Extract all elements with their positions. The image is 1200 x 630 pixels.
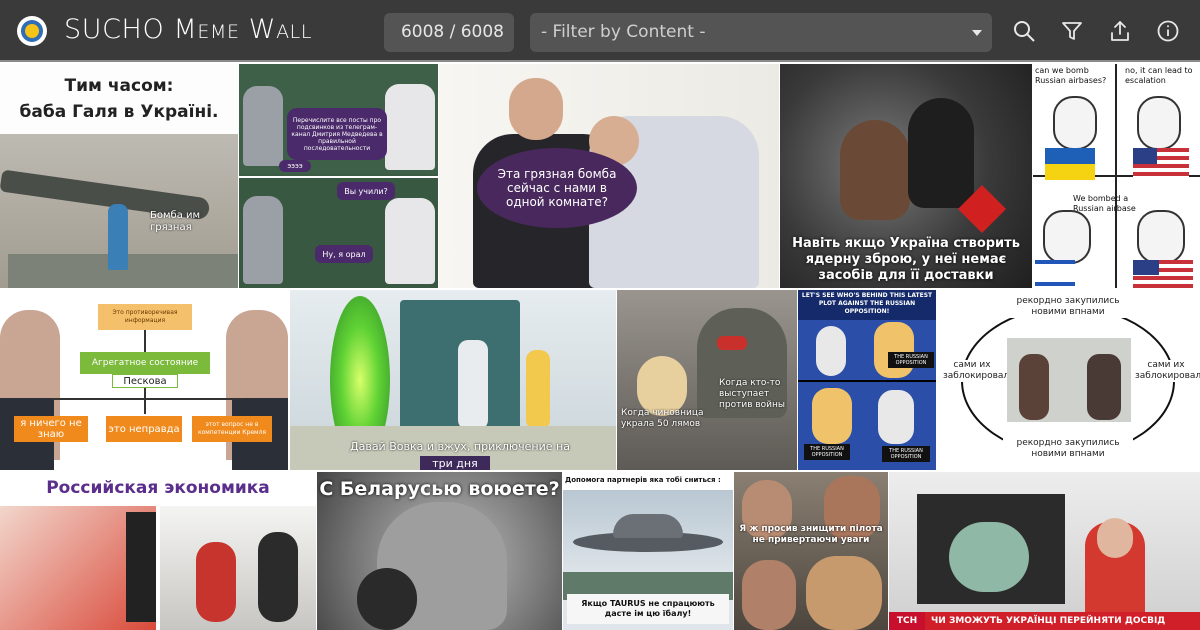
dog-figure <box>637 356 687 416</box>
speech-bubble: Перечислите все посты про подсвинков из … <box>287 108 387 160</box>
meme-caption: С Беларусью воюете? <box>319 478 560 500</box>
meme-tile[interactable]: Тим часом: баба Галя в Україні. Бомба им… <box>0 64 238 288</box>
meme-caption: Якщо TAURUS не спрацюють дасте ім цю їба… <box>567 594 729 624</box>
ukraine-flag-icon <box>1045 148 1095 164</box>
meme-caption: Я ж просив знищити пілота не привертаючи… <box>739 524 883 545</box>
meme-tile[interactable]: Давай Вовка и вжух, приключение на три д… <box>290 290 616 470</box>
diagram-node: Агрегатное состояние <box>80 352 210 374</box>
diagram-node: Это противоречивая информация <box>98 304 192 330</box>
frog-figure <box>949 522 1029 592</box>
speech-bubble: ээээ <box>279 160 311 172</box>
info-icon[interactable] <box>1156 19 1180 43</box>
diagram-node: этот вопрос не в компетенции Кремля <box>192 416 272 442</box>
meme-label: Когда чиновница украла 50 лямов <box>621 408 704 429</box>
meme-subtitle: Давай Вовка и вжух, приключение на <box>350 440 570 453</box>
meme-tile[interactable]: Перечислите все посты про подсвинков из … <box>239 64 438 288</box>
meme-count-display: 6008 / 6008 <box>384 13 514 52</box>
meme-subtitle-highlight: три дня <box>420 456 490 470</box>
sucho-logo-icon[interactable] <box>17 16 47 46</box>
speech-bubble: Эта грязная бомба сейчас с нами в одной … <box>477 148 637 228</box>
cycle-label: рекордно закупились новими впнами <box>1003 296 1133 318</box>
diagram-node: Пескова <box>112 374 178 388</box>
teacher-figure <box>385 84 435 170</box>
cycle-label: сами их заблокировали <box>943 360 1016 382</box>
content-filter-label: - Filter by Content - <box>541 22 706 42</box>
meme-tile[interactable]: LET'S SEE WHO'S BEHIND THIS LATEST PLOT … <box>798 290 936 470</box>
comic-text: can we bomb Russian airbases? <box>1035 66 1107 85</box>
speech-bubble: Ну, я орал <box>315 245 373 263</box>
meme-tile[interactable]: Навіть якщо Україна створить ядерну збро… <box>780 64 1032 288</box>
search-icon[interactable] <box>1012 19 1036 43</box>
grandma-figure <box>108 204 128 270</box>
meme-tile[interactable]: Это противоречивая информация Агрегатное… <box>0 290 288 470</box>
fred-figure <box>874 322 914 378</box>
meme-tile[interactable]: can we bomb Russian airbases? no, it can… <box>1033 64 1200 288</box>
telephone-figure <box>357 568 417 630</box>
meme-tile[interactable]: Российская экономика <box>0 472 316 630</box>
meme-tile[interactable]: Эта грязная бомба сейчас с нами в одной … <box>439 64 779 288</box>
wrestler-figure <box>908 98 974 208</box>
meme-tile[interactable]: Допомога партнерів яка тобі сниться : Як… <box>563 472 733 630</box>
diagram-node: это неправда <box>106 416 182 442</box>
share-icon[interactable] <box>1108 19 1132 43</box>
diagram-node: я ничего не знаю <box>14 416 88 442</box>
israel-flag-icon <box>1035 260 1075 286</box>
comic-text: We bombed a Russian airbase <box>1073 194 1136 213</box>
meme-caption: Навіть якщо Україна створить ядерну збро… <box>792 236 1020 283</box>
cycle-label: сами их заблокировали <box>1135 360 1200 382</box>
meme-tile[interactable]: рекордно закупились новими впнами рекорд… <box>937 290 1200 470</box>
channel-logo: ТСН <box>889 612 925 630</box>
app-title: SUCHO Meme Wall <box>64 14 313 45</box>
meme-tile[interactable]: С Беларусью воюете? <box>317 472 562 630</box>
top-bar: SUCHO Meme Wall 6008 / 6008 - Filter by … <box>0 0 1200 62</box>
content-filter-select[interactable]: - Filter by Content - <box>530 13 992 52</box>
filter-icon[interactable] <box>1060 19 1084 43</box>
meme-tag: THE RUSSIAN OPPOSITION <box>804 444 850 460</box>
news-ticker: ЧИ ЗМОЖУТЬ УКРАЇНЦІ ПЕРЕЙНЯТИ ДОСВІД <box>925 612 1200 630</box>
comic-text: no, it can lead to escalation <box>1125 66 1193 85</box>
meme-caption: Тим часом: <box>64 76 174 96</box>
meme-caption: Допомога партнерів яка тобі сниться : <box>565 476 721 484</box>
wrestler-figure <box>840 120 910 220</box>
meme-caption: Российская экономика <box>46 478 270 498</box>
meme-label: Когда кто-то выступает против войны <box>719 378 786 410</box>
cycle-label: рекордно закупились новими впнами <box>1003 438 1133 460</box>
meme-tag: THE RUSSIAN OPPOSITION <box>882 446 930 462</box>
meme-caption: LET'S SEE WHO'S BEHIND THIS LATEST PLOT … <box>801 292 933 315</box>
meme-tile[interactable]: ТСН ЧИ ЗМОЖУТЬ УКРАЇНЦІ ПЕРЕЙНЯТИ ДОСВІД <box>889 472 1200 630</box>
meme-label: Бомба им грязная <box>150 210 201 233</box>
meme-tile[interactable]: Я ж просив знищити пілота не привертаючи… <box>734 472 888 630</box>
chevron-down-icon <box>972 30 982 36</box>
student-figure <box>243 86 283 166</box>
meme-tag: THE RUSSIAN OPPOSITION <box>888 352 934 368</box>
speech-bubble: Вы учили? <box>337 182 395 200</box>
meme-caption: баба Галя в Україні. <box>19 102 219 122</box>
meme-tile[interactable]: Когда кто-то выступает против войны Когд… <box>617 290 797 470</box>
